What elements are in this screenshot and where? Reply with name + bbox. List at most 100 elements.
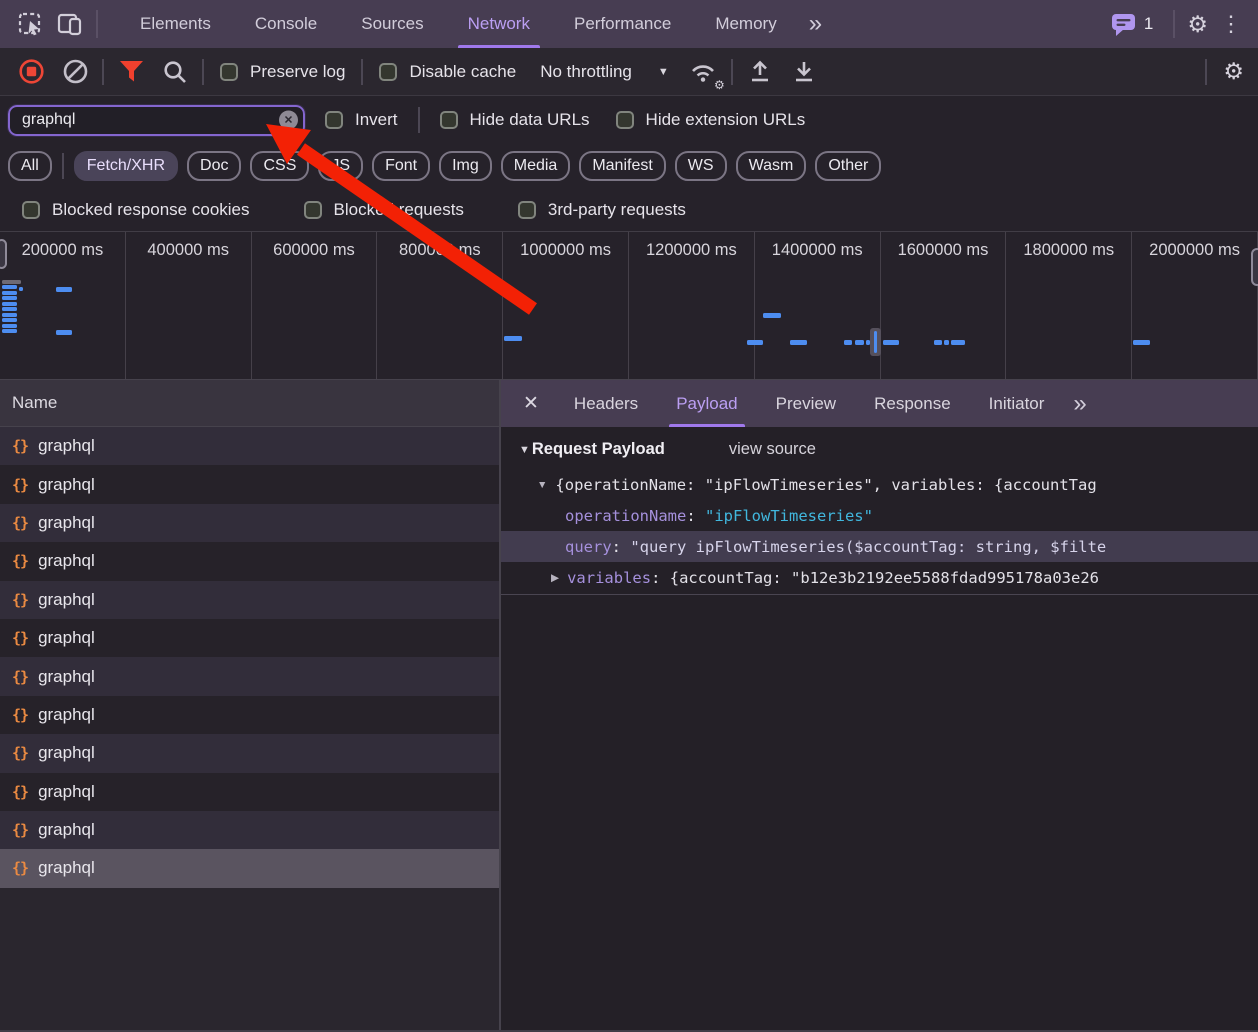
- blocked-response-cookies-checkbox[interactable]: Blocked response cookies: [16, 200, 256, 220]
- network-settings-gear-icon[interactable]: ⚙: [1223, 58, 1244, 85]
- request-name: graphql: [38, 705, 95, 725]
- chip-css[interactable]: CSS: [250, 151, 309, 181]
- tab-performance[interactable]: Performance: [552, 0, 693, 48]
- network-conditions-icon[interactable]: ⚙: [687, 55, 721, 89]
- detail-tab-headers[interactable]: Headers: [555, 380, 657, 427]
- detail-tab-response[interactable]: Response: [855, 380, 970, 427]
- request-row[interactable]: {}graphql: [0, 619, 499, 657]
- tab-memory[interactable]: Memory: [693, 0, 798, 48]
- disable-cache-checkbox[interactable]: Disable cache: [373, 62, 522, 82]
- clear-filter-icon[interactable]: ✕: [279, 111, 298, 130]
- settings-gear-icon[interactable]: ⚙: [1187, 11, 1208, 38]
- close-detail-icon[interactable]: ✕: [507, 392, 555, 415]
- name-column-header[interactable]: Name: [0, 380, 499, 427]
- network-filter-row: ✕ Invert Hide data URLs Hide extension U…: [0, 96, 1258, 144]
- divider: [1205, 59, 1207, 85]
- payload-panel: ▼ Request Payload view source ▼{operatio…: [501, 427, 1258, 1032]
- chip-fetch-xhr[interactable]: Fetch/XHR: [74, 151, 178, 181]
- checkbox[interactable]: [325, 111, 343, 129]
- chip-other[interactable]: Other: [815, 151, 881, 181]
- view-source-link[interactable]: view source: [729, 440, 816, 459]
- request-row[interactable]: {}graphql: [0, 581, 499, 619]
- request-row[interactable]: {}graphql: [0, 427, 499, 465]
- chip-img[interactable]: Img: [439, 151, 492, 181]
- chip-wasm[interactable]: Wasm: [736, 151, 807, 181]
- requests-table: Name {}graphql{}graphql{}graphql{}graphq…: [0, 380, 501, 1032]
- payload-line[interactable]: ▼{operationName: "ipFlowTimeseries", var…: [501, 469, 1258, 500]
- detail-more-tabs-icon[interactable]: »: [1063, 390, 1094, 418]
- expander-closed-icon[interactable]: ▶: [551, 572, 559, 584]
- tab-sources[interactable]: Sources: [339, 0, 445, 48]
- devtools-tabs: ElementsConsoleSourcesNetworkPerformance…: [118, 0, 799, 48]
- expander-open-icon[interactable]: ▼: [537, 479, 547, 491]
- request-row[interactable]: {}graphql: [0, 542, 499, 580]
- section-expander-icon[interactable]: ▼: [519, 444, 530, 456]
- chip-manifest[interactable]: Manifest: [579, 151, 665, 181]
- detail-tab-preview[interactable]: Preview: [757, 380, 855, 427]
- detail-tabs: HeadersPayloadPreviewResponseInitiator: [555, 380, 1063, 427]
- preserve-log-checkbox[interactable]: Preserve log: [214, 62, 351, 82]
- devtools-window: ElementsConsoleSourcesNetworkPerformance…: [0, 0, 1258, 1032]
- network-overview-timeline[interactable]: 200000 ms400000 ms600000 ms800000 ms1000…: [0, 232, 1258, 380]
- filter-input[interactable]: [8, 105, 305, 136]
- tab-console[interactable]: Console: [233, 0, 339, 48]
- timeline-label: 1800000 ms: [1006, 232, 1132, 379]
- json-braces-icon: {}: [12, 591, 28, 609]
- record-network-log-icon[interactable]: [14, 55, 48, 89]
- request-row[interactable]: {}graphql: [0, 504, 499, 542]
- payload-line[interactable]: query: "query ipFlowTimeseries($accountT…: [501, 531, 1258, 562]
- checkbox[interactable]: [440, 111, 458, 129]
- request-row[interactable]: {}graphql: [0, 811, 499, 849]
- request-row[interactable]: {}graphql: [0, 734, 499, 772]
- kebab-menu-icon[interactable]: ⋮: [1214, 11, 1248, 37]
- devtools-tabbar: ElementsConsoleSourcesNetworkPerformance…: [0, 0, 1258, 48]
- request-row[interactable]: {}graphql: [0, 696, 499, 734]
- invert-checkbox[interactable]: Invert: [319, 110, 404, 130]
- chip-media[interactable]: Media: [501, 151, 571, 181]
- checkbox[interactable]: [304, 201, 322, 219]
- detail-tab-payload[interactable]: Payload: [657, 380, 756, 427]
- checkbox[interactable]: [616, 111, 634, 129]
- clear-network-log-icon[interactable]: [58, 55, 92, 89]
- request-row[interactable]: {}graphql: [0, 773, 499, 811]
- timeline-label: 200000 ms: [0, 232, 126, 379]
- device-toolbar-icon[interactable]: [50, 4, 90, 44]
- timeline-left-grip[interactable]: [0, 239, 7, 269]
- request-row[interactable]: {}graphql: [0, 657, 499, 695]
- blocked-requests-checkbox[interactable]: Blocked requests: [298, 200, 470, 220]
- tab-network[interactable]: Network: [446, 0, 552, 48]
- request-payload-section[interactable]: ▼ Request Payload view source: [501, 440, 1258, 469]
- request-name: graphql: [38, 475, 95, 495]
- throttling-dropdown[interactable]: No throttling ▼: [532, 62, 677, 82]
- timeline-right-grip[interactable]: [1251, 248, 1258, 286]
- waterfall-bar: [874, 331, 877, 353]
- payload-line[interactable]: ▶variables: {accountTag: "b12e3b2192ee55…: [501, 562, 1258, 593]
- filter-icon[interactable]: [114, 55, 148, 89]
- chip-js[interactable]: JS: [318, 151, 363, 181]
- chip-font[interactable]: Font: [372, 151, 430, 181]
- checkbox[interactable]: [220, 63, 238, 81]
- more-tabs-icon[interactable]: »: [799, 10, 830, 38]
- checkbox[interactable]: [22, 201, 40, 219]
- checkbox[interactable]: [518, 201, 536, 219]
- export-har-icon[interactable]: [787, 55, 821, 89]
- issues-counter[interactable]: 1: [1102, 11, 1161, 38]
- tab-elements[interactable]: Elements: [118, 0, 233, 48]
- checkbox[interactable]: [379, 63, 397, 81]
- hide-data-urls-checkbox[interactable]: Hide data URLs: [434, 110, 596, 130]
- inspect-element-icon[interactable]: [10, 4, 50, 44]
- payload-line[interactable]: operationName: "ipFlowTimeseries": [501, 500, 1258, 531]
- chip-ws[interactable]: WS: [675, 151, 727, 181]
- detail-tab-initiator[interactable]: Initiator: [970, 380, 1064, 427]
- request-row[interactable]: {}graphql: [0, 465, 499, 503]
- 3rd-party-requests-checkbox[interactable]: 3rd-party requests: [512, 200, 692, 220]
- import-har-icon[interactable]: [743, 55, 777, 89]
- divider: [418, 107, 420, 133]
- hide-data-urls-label: Hide data URLs: [470, 110, 590, 130]
- chip-all[interactable]: All: [8, 151, 52, 181]
- request-row[interactable]: {}graphql: [0, 849, 499, 887]
- chip-doc[interactable]: Doc: [187, 151, 241, 181]
- search-icon[interactable]: [158, 55, 192, 89]
- hide-extension-urls-checkbox[interactable]: Hide extension URLs: [610, 110, 812, 130]
- timeline-label: 1000000 ms: [503, 232, 629, 379]
